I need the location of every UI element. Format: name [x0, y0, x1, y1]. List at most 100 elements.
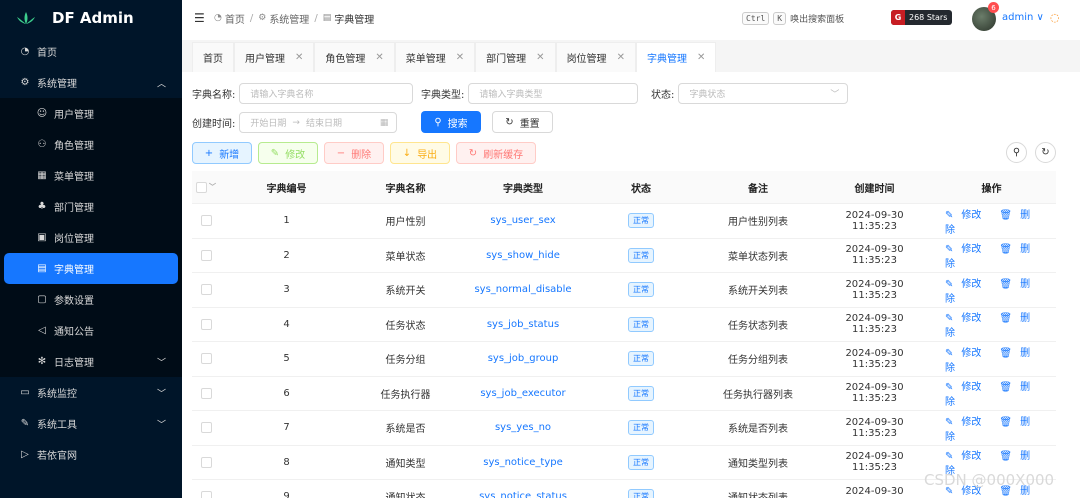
tab-dictionary[interactable]: 字典管理 ✕ — [635, 42, 717, 72]
table-row[interactable]: 3 系统开关 sys_normal_disable 正常 系统开关列表 2024-09-3… — [192, 273, 1056, 308]
sidebar-item-label: 参数设置 — [54, 296, 94, 307]
dict-id: 6 — [283, 387, 290, 399]
tab-home[interactable]: 首页 — [192, 42, 234, 72]
row-checkbox[interactable] — [200, 491, 212, 498]
minus-icon: − — [336, 147, 346, 159]
dict-type-link[interactable]: sys_notice_status — [458, 491, 588, 498]
row-edit-button[interactable]: ✎ 修改 — [945, 279, 981, 290]
dict-type-link[interactable]: sys_job_group — [458, 353, 588, 364]
row-checkbox[interactable] — [200, 422, 212, 434]
sidebar-item-departments[interactable]: ♣ 部门管理 — [0, 191, 182, 222]
tab-posts[interactable]: 岗位管理 ✕ — [555, 42, 636, 72]
tab-menus[interactable]: 菜单管理 ✕ — [394, 42, 476, 72]
row-actions: ✎修改🗑删除 — [927, 344, 1056, 374]
column-header[interactable]: 创建时间 — [822, 180, 927, 195]
row-edit-button[interactable]: ✎ 修改 — [945, 210, 981, 221]
dict-type-link[interactable]: sys_yes_no — [458, 422, 588, 433]
avatar[interactable]: 6 — [972, 2, 999, 31]
toggle-search-button[interactable]: ⚲ — [1006, 142, 1027, 163]
search-button[interactable]: ⚲ 搜索 — [421, 111, 481, 133]
dict-type-link[interactable]: sys_normal_disable — [458, 284, 588, 295]
date-range-picker[interactable]: 开始日期 → 结束日期 ▦ — [239, 112, 398, 133]
action-label: 修改 — [961, 416, 982, 428]
breadcrumb-home[interactable]: 首页 — [225, 11, 245, 26]
edit-button[interactable]: ✎ 修改 — [258, 142, 318, 164]
row-checkbox[interactable] — [200, 353, 212, 365]
sidebar-item-website[interactable]: ▷ 若依官网 — [0, 439, 182, 470]
column-header[interactable]: 状态 — [588, 180, 694, 195]
row-checkbox[interactable] — [200, 387, 212, 399]
refresh-button[interactable]: ↻ — [1035, 142, 1056, 163]
add-button[interactable]: + 新增 — [192, 142, 252, 164]
row-checkbox[interactable] — [200, 456, 212, 468]
sidebar-item-logs[interactable]: ✻ 日志管理 ﹀ — [0, 346, 182, 377]
row-edit-button[interactable]: ✎ 修改 — [945, 244, 981, 255]
sidebar-item-system[interactable]: ⚙ 系统管理 ︿ — [0, 67, 182, 98]
row-checkbox[interactable] — [200, 249, 212, 261]
tab-departments[interactable]: 部门管理 ✕ — [475, 42, 556, 72]
tab-roles[interactable]: 角色管理 ✕ — [314, 42, 395, 72]
export-button[interactable]: ↓ 导出 — [390, 142, 450, 164]
table-row[interactable]: 2 菜单状态 sys_show_hide 正常 菜单状态列表 2024-09-30 11:… — [192, 239, 1056, 273]
menu-fold-icon[interactable]: ☰ — [194, 12, 206, 24]
gear-icon: ⚙ — [258, 13, 267, 23]
table-row[interactable]: 4 任务状态 sys_job_status 正常 任务状态列表 2024-09-30 11… — [192, 308, 1056, 342]
user-dropdown[interactable]: admin ∨ — [1002, 12, 1044, 23]
sidebar-item-posts[interactable]: ▣ 岗位管理 — [0, 222, 182, 253]
sidebar-item-tools[interactable]: ✎ 系统工具 ﹀ — [0, 408, 182, 439]
dict-type-link[interactable]: sys_show_hide — [458, 250, 588, 261]
sidebar-item-params[interactable]: ▢ 参数设置 — [0, 284, 182, 315]
dict-type-link[interactable]: sys_user_sex — [458, 215, 588, 226]
dict-type-link[interactable]: sys_notice_type — [458, 457, 588, 468]
column-header[interactable]: 备注 — [694, 180, 822, 195]
tab-users[interactable]: 用户管理 ✕ — [234, 42, 315, 72]
sidebar-item-home[interactable]: ◔ 首页 — [0, 36, 182, 67]
row-edit-button[interactable]: ✎ 修改 — [945, 313, 981, 324]
row-select-cell — [192, 353, 220, 365]
close-icon[interactable]: ✕ — [536, 52, 544, 63]
table-row[interactable]: 1 用户性别 sys_user_sex 正常 用户性别列表 2024-09-30 11:3… — [192, 204, 1056, 239]
loading-icon[interactable]: ◌ — [1050, 11, 1060, 24]
sidebar-item-roles[interactable]: ⚇ 角色管理 — [0, 129, 182, 160]
breadcrumb-system[interactable]: 系统管理 — [269, 11, 309, 26]
close-icon[interactable]: ✕ — [697, 52, 705, 63]
github-stars-badge[interactable]: G 268 Stars — [891, 10, 953, 25]
reset-button[interactable]: ↻ 重置 — [492, 111, 553, 133]
table-row[interactable]: 7 系统是否 sys_yes_no 正常 系统是否列表 2024-09-30 11:35:… — [192, 411, 1056, 446]
dict-type-link[interactable]: sys_job_executor — [458, 388, 588, 399]
sidebar-item-menus[interactable]: ▦ 菜单管理 — [0, 160, 182, 191]
column-header[interactable]: 字典名称 — [353, 180, 458, 195]
row-edit-button[interactable]: ✎ 修改 — [945, 348, 981, 359]
sidebar-item-monitor[interactable]: ▭ 系统监控 ﹀ — [0, 377, 182, 408]
created-time: 2024-09-30 11:35:23 — [845, 416, 904, 439]
row-checkbox[interactable] — [200, 215, 212, 227]
delete-button[interactable]: − 删除 — [324, 142, 384, 164]
close-icon[interactable]: ✕ — [456, 52, 464, 63]
row-edit-button[interactable]: ✎ 修改 — [945, 417, 981, 428]
search-shortcut[interactable]: Ctrl K 唤出搜索面板 — [742, 12, 844, 25]
row-checkbox[interactable] — [200, 284, 212, 296]
status-cell: 正常 — [588, 420, 694, 436]
column-header[interactable]: 字典编号 — [220, 180, 353, 195]
select-all-checkbox[interactable] — [196, 181, 207, 193]
status-select[interactable]: 字典状态 ﹀ — [678, 83, 849, 104]
close-icon[interactable]: ✕ — [295, 52, 303, 63]
row-edit-button[interactable]: ✎ 修改 — [945, 451, 981, 462]
sidebar-item-notices[interactable]: ◁ 通知公告 — [0, 315, 182, 346]
sidebar-item-dictionary[interactable]: ▤ 字典管理 — [4, 253, 178, 284]
dict-name-input[interactable]: 请输入字典名称 — [239, 83, 414, 104]
column-header[interactable]: 字典类型 — [458, 180, 588, 195]
brand-name: DF Admin — [52, 9, 134, 27]
close-icon[interactable]: ✕ — [617, 52, 625, 63]
brand-logo[interactable]: DF Admin — [0, 0, 182, 36]
row-checkbox[interactable] — [200, 318, 212, 330]
dict-type-link[interactable]: sys_job_status — [458, 319, 588, 330]
dict-type-input[interactable]: 请输入字典类型 — [468, 83, 639, 104]
close-icon[interactable]: ✕ — [375, 52, 383, 63]
row-edit-button[interactable]: ✎ 修改 — [945, 382, 981, 393]
sidebar-item-users[interactable]: ☺ 用户管理 — [0, 98, 182, 129]
table-row[interactable]: 5 任务分组 sys_job_group 正常 任务分组列表 2024-09-30 11:… — [192, 342, 1056, 377]
table-row[interactable]: 6 任务执行器 sys_job_executor 正常 任务执行器列表 2024-09-3… — [192, 377, 1056, 411]
user-icon: ☺ — [36, 108, 48, 119]
refresh-cache-button[interactable]: ↻ 刷新缓存 — [456, 142, 536, 164]
